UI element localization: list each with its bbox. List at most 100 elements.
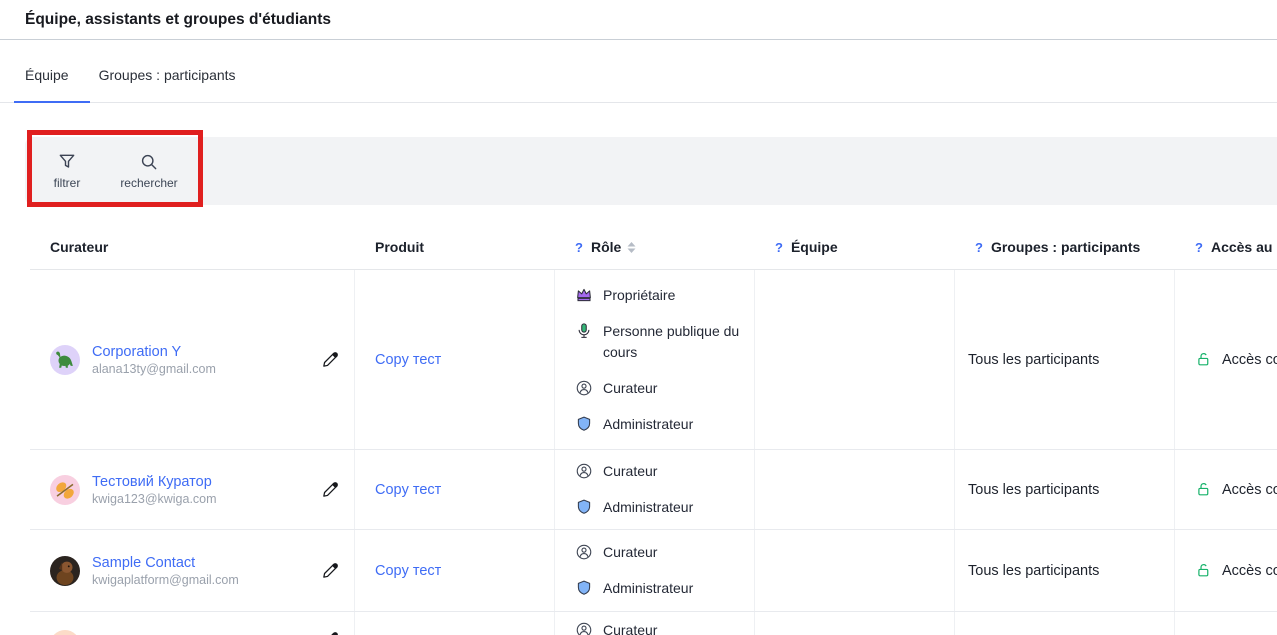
tabs-bottom-border [0, 102, 1277, 103]
access-value: Accès co [1222, 563, 1277, 579]
curator-cell: Corporation Y alana13ty@gmail.com [30, 270, 355, 449]
roles-cell: Propriétaire Personne publique du cours [555, 270, 755, 449]
table-toolbar: filtrer rechercher [25, 137, 1277, 205]
roles-cell: Curateur Administrateur [555, 530, 755, 611]
table-row: Тестовий Куратор kwiga123@kwiga.com Copy… [30, 450, 1277, 530]
col-header-role: ? Rôle [555, 225, 755, 269]
team-cell [755, 530, 955, 611]
col-header-groupes: ? Groupes : participants [955, 225, 1175, 269]
product-cell: Copy тест [355, 530, 555, 611]
edit-pencil-icon[interactable] [321, 350, 340, 369]
groups-value: Tous les participants [968, 352, 1099, 368]
help-icon[interactable]: ? [975, 240, 983, 255]
curator-email: kwigaplatform@gmail.com [92, 573, 239, 587]
roles-cell: Curateur Administrateur [555, 450, 755, 529]
access-cell: Accès co [1175, 450, 1277, 529]
col-label: Rôle [591, 239, 621, 255]
filter-label: filtrer [54, 176, 81, 190]
table-row: Corporation Y alana13ty@gmail.com Copy т… [30, 270, 1277, 450]
lock-open-icon [1195, 562, 1212, 579]
microphone-icon [575, 322, 593, 340]
tab-bar: Équipe Groupes : participants [25, 67, 236, 87]
role-label: Curateur [603, 461, 657, 482]
edit-pencil-icon[interactable] [321, 480, 340, 499]
role-item: Administrateur [575, 578, 693, 599]
access-value: Accès co [1222, 482, 1277, 498]
role-item: Curateur [575, 461, 657, 482]
role-item: Curateur [575, 378, 657, 399]
groups-value: Tous les participants [968, 563, 1099, 579]
product-cell: Copy тест [355, 450, 555, 529]
crown-icon [575, 286, 593, 304]
access-cell: Accès co [1175, 270, 1277, 449]
curator-identity: Corporation Y alana13ty@gmail.com [92, 344, 216, 376]
product-cell: Copy тест [355, 270, 555, 449]
filter-button[interactable]: filtrer [39, 152, 95, 190]
team-page: Équipe, assistants et groupes d'étudiant… [0, 0, 1277, 635]
curator-cell: Sample Contact kwigaplatform@gmail.com [30, 530, 355, 611]
table-row: Sample Contact kwigaplatform@gmail.com C… [30, 530, 1277, 612]
shield-icon [575, 415, 593, 433]
role-label: Curateur [603, 620, 657, 635]
col-label: Produit [375, 239, 424, 255]
role-label: Curateur [603, 542, 657, 563]
person-circle-icon [575, 462, 593, 480]
groups-cell [955, 612, 1175, 635]
role-item: Propriétaire [575, 285, 675, 306]
role-label: Propriétaire [603, 285, 675, 306]
role-label: Curateur [603, 378, 657, 399]
curator-cell [30, 612, 355, 635]
search-label: rechercher [120, 176, 177, 190]
col-header-produit: Produit [355, 225, 555, 269]
tab-equipe[interactable]: Équipe [25, 67, 69, 87]
person-circle-icon [575, 543, 593, 561]
groups-cell: Tous les participants [955, 450, 1175, 529]
role-item: Curateur [575, 620, 657, 635]
edit-pencil-icon[interactable] [321, 630, 340, 635]
col-header-curateur: Curateur [30, 225, 355, 269]
team-cell [755, 450, 955, 529]
lock-open-icon [1195, 351, 1212, 368]
access-cell [1175, 612, 1277, 635]
team-cell [755, 270, 955, 449]
person-circle-icon [575, 379, 593, 397]
title-divider [0, 39, 1277, 40]
col-label: Curateur [50, 239, 108, 255]
table-row: Curateur [30, 612, 1277, 635]
team-table: Curateur Produit ? Rôle ? Équipe ? Group… [30, 225, 1277, 635]
product-link[interactable]: Copy тест [375, 563, 441, 579]
shield-icon [575, 498, 593, 516]
team-cell [755, 612, 955, 635]
search-button[interactable]: rechercher [107, 152, 191, 190]
curator-name-link[interactable]: Sample Contact [92, 555, 239, 571]
curator-identity: Sample Contact kwigaplatform@gmail.com [92, 555, 239, 587]
groups-cell: Tous les participants [955, 270, 1175, 449]
person-circle-icon [575, 621, 593, 635]
table-header-row: Curateur Produit ? Rôle ? Équipe ? Group… [30, 225, 1277, 270]
help-icon[interactable]: ? [575, 240, 583, 255]
product-link[interactable]: Copy тест [375, 352, 441, 368]
access-cell: Accès co [1175, 530, 1277, 611]
col-label: Équipe [791, 239, 838, 255]
curator-name-link[interactable]: Тестовий Куратор [92, 474, 217, 490]
curator-email: alana13ty@gmail.com [92, 362, 216, 376]
role-item: Curateur [575, 542, 657, 563]
roles-cell: Curateur [555, 612, 755, 635]
product-link[interactable]: Copy тест [375, 482, 441, 498]
groups-value: Tous les participants [968, 482, 1099, 498]
col-label: Accès au [1211, 239, 1272, 255]
curator-cell: Тестовий Куратор kwiga123@kwiga.com [30, 450, 355, 529]
search-icon [139, 152, 159, 172]
curator-identity: Тестовий Куратор kwiga123@kwiga.com [92, 474, 217, 506]
curator-name-link[interactable]: Corporation Y [92, 344, 216, 360]
col-header-equipe: ? Équipe [755, 225, 955, 269]
col-header-acces: ? Accès au [1175, 225, 1277, 269]
lock-open-icon [1195, 481, 1212, 498]
sort-icon[interactable] [627, 242, 636, 253]
tab-groupes-participants[interactable]: Groupes : participants [99, 67, 236, 87]
curator-email: kwiga123@kwiga.com [92, 492, 217, 506]
role-item: Administrateur [575, 497, 693, 518]
edit-pencil-icon[interactable] [321, 561, 340, 580]
help-icon[interactable]: ? [775, 240, 783, 255]
help-icon[interactable]: ? [1195, 240, 1203, 255]
